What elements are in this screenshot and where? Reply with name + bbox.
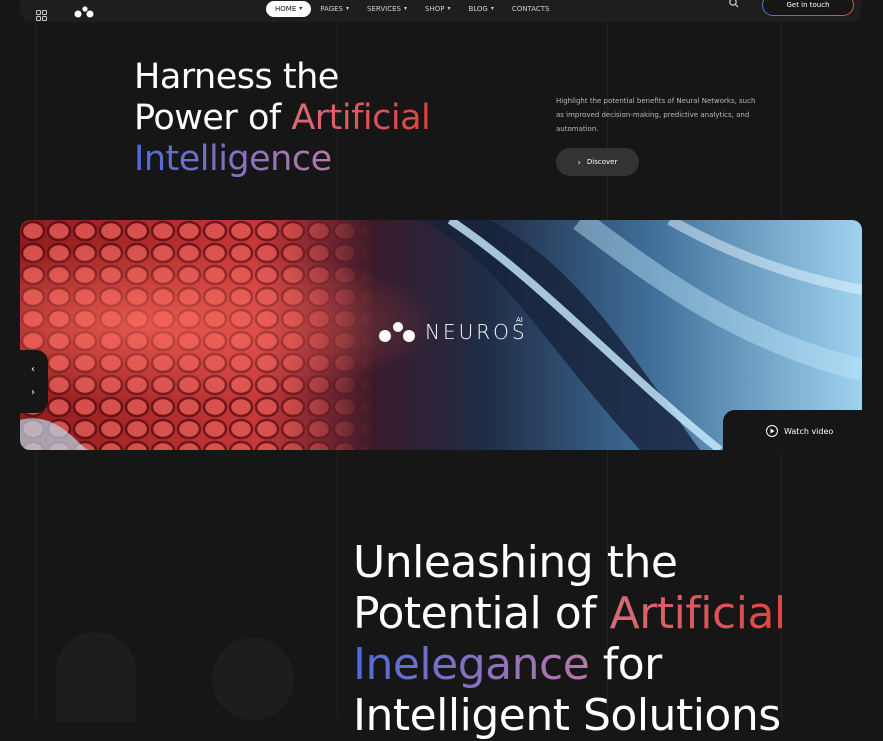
section-title-accent: Inelegance — [353, 639, 590, 690]
slider-controls: ‹ › — [0, 350, 48, 413]
chevron-down-icon: ▾ — [299, 5, 303, 12]
banner-logo-superscript: AI — [516, 316, 523, 324]
hero-title-accent: Artificial — [291, 98, 431, 138]
discover-label: Discover — [586, 158, 618, 166]
decorative-shape — [56, 632, 136, 722]
neuros-logo-icon[interactable] — [74, 6, 94, 18]
grid-icon[interactable] — [36, 10, 47, 21]
nav-item-pages[interactable]: PAGES ▾ — [311, 1, 358, 17]
section-title: Unleashing the Potential of Artificial I… — [353, 537, 873, 741]
section-title-line: Intelligent Solutions — [353, 690, 781, 741]
banner-logo-text: NEUROS — [425, 320, 528, 344]
chevron-left-icon[interactable]: ‹ — [31, 364, 35, 375]
chevron-down-icon: ▾ — [403, 5, 407, 12]
hero-description: Highlight the potential benefits of Neur… — [556, 97, 756, 133]
nav-label: CONTACTS — [511, 5, 550, 13]
hero-title-accent: Intelligence — [134, 139, 332, 179]
top-navbar: HOME ▾ PAGES ▾ SERVICES ▾ SHOP ▾ BLOG ▾ CONTA… — [20, 0, 861, 22]
section-title-line: for — [589, 639, 663, 690]
section-title-accent: Artificial — [609, 588, 786, 639]
nav-label: HOME — [275, 5, 297, 13]
nav-item-shop[interactable]: SHOP ▾ — [416, 1, 459, 17]
chevron-down-icon: ▾ — [490, 5, 494, 12]
watch-video-button[interactable]: Watch video — [766, 425, 833, 437]
nav-label: BLOG — [468, 5, 488, 13]
nav-item-contacts[interactable]: CONTACTS — [503, 1, 559, 17]
nav-item-services[interactable]: SERVICES ▾ — [358, 1, 416, 17]
get-in-touch-button[interactable]: Get in touch — [762, 0, 854, 16]
nav-label: SHOP — [425, 5, 445, 13]
neuros-banner-logo: NEUROS AI — [378, 316, 528, 344]
neuros-logo-icon — [379, 322, 415, 342]
chevron-down-icon: ▾ — [346, 5, 350, 12]
hero-title-line: Power of — [134, 98, 292, 138]
nav-label: PAGES — [320, 5, 343, 13]
section-title-line: Unleashing the — [353, 537, 678, 588]
nav-label: SERVICES — [367, 5, 401, 13]
search-icon[interactable] — [728, 0, 740, 9]
chevron-right-icon[interactable]: › — [31, 387, 35, 398]
discover-button[interactable]: › Discover — [556, 148, 639, 176]
chevron-down-icon: ▾ — [447, 5, 451, 12]
watch-video-label: Watch video — [784, 426, 834, 436]
chevron-right-icon: › — [577, 157, 581, 167]
hero-title: Harness the Power of Artificial Intellig… — [134, 57, 494, 180]
decorative-shape — [212, 638, 294, 720]
main-nav: HOME ▾ PAGES ▾ SERVICES ▾ SHOP ▾ BLOG ▾ CONTA… — [266, 0, 559, 18]
section-title-line: Potential of — [353, 588, 610, 639]
nav-item-blog[interactable]: BLOG ▾ — [459, 1, 502, 17]
hero-title-line: Harness the — [134, 57, 339, 97]
play-icon — [766, 425, 778, 437]
nav-item-home[interactable]: HOME ▾ — [266, 1, 312, 17]
